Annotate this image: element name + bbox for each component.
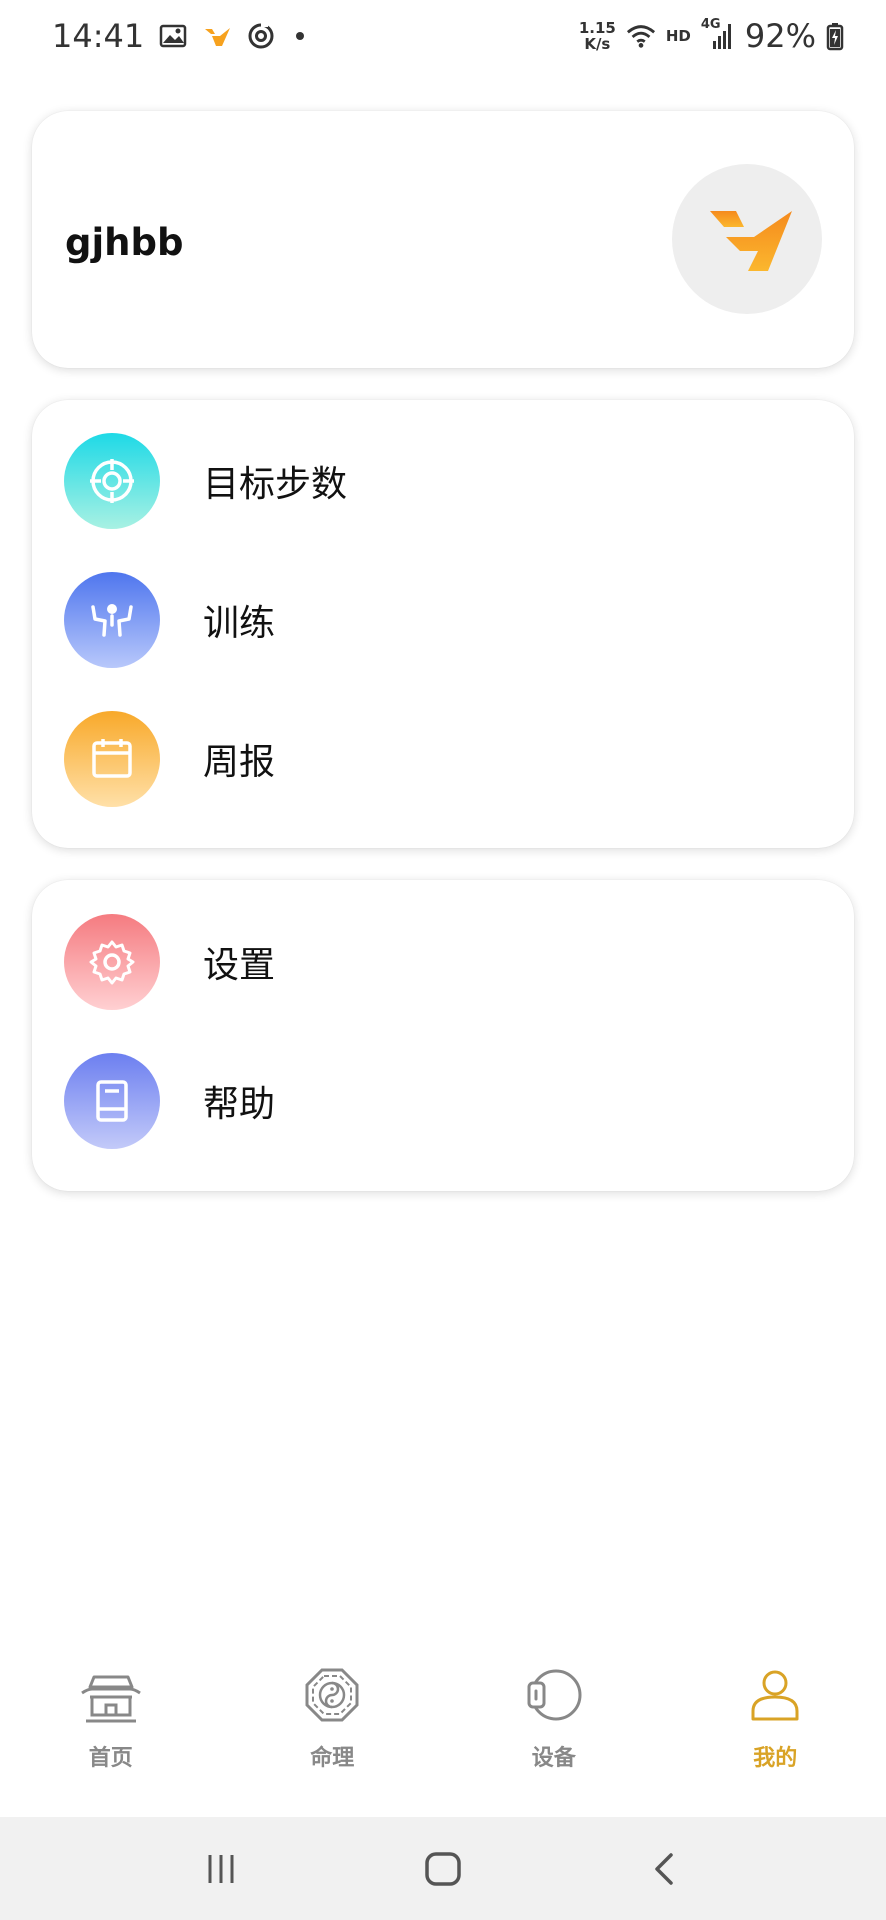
battery-percent: 92% bbox=[744, 17, 816, 55]
menu-item-training[interactable]: 训练 bbox=[32, 560, 854, 680]
speed-unit: K/s bbox=[584, 35, 611, 53]
tab-device[interactable]: 设备 bbox=[443, 1640, 665, 1816]
status-bar-left: 14:41 bbox=[52, 17, 305, 55]
network-type: 4G bbox=[700, 17, 721, 32]
status-bar: 14:41 1.15 K/s HD 4G 92% bbox=[0, 0, 886, 72]
training-icon bbox=[64, 572, 160, 668]
speed-value: 1.15 bbox=[578, 19, 616, 37]
menu-card-secondary: 设置 帮助 bbox=[32, 880, 854, 1191]
app-logo-icon bbox=[710, 211, 792, 271]
tab-label: 首页 bbox=[88, 1746, 133, 1771]
system-nav-bar bbox=[0, 1817, 886, 1920]
menu-item-settings[interactable]: 设置 bbox=[32, 902, 854, 1022]
menu-item-help[interactable]: 帮助 bbox=[32, 1041, 854, 1161]
temple-icon bbox=[78, 1662, 144, 1728]
tab-label: 命理 bbox=[310, 1746, 355, 1771]
sync-icon bbox=[246, 21, 276, 51]
menu-item-label: 目标步数 bbox=[203, 464, 348, 505]
home-icon[interactable] bbox=[413, 1839, 473, 1899]
image-icon bbox=[158, 21, 188, 51]
username: gjhbb bbox=[65, 221, 184, 264]
signal-icon: 4G bbox=[701, 17, 735, 51]
notification-dot bbox=[296, 32, 305, 40]
bottom-tab-bar: 首页 命理 设备 我的 bbox=[0, 1640, 886, 1816]
back-icon[interactable] bbox=[635, 1839, 695, 1899]
person-icon bbox=[742, 1662, 808, 1728]
network-speed: 1.15 K/s bbox=[579, 20, 616, 52]
battery-charging-icon bbox=[826, 21, 844, 51]
tab-label: 我的 bbox=[753, 1746, 798, 1771]
wifi-icon bbox=[626, 21, 656, 51]
target-icon bbox=[64, 433, 160, 529]
watch-icon bbox=[521, 1662, 587, 1728]
menu-card-main: 目标步数 训练 周报 bbox=[32, 400, 854, 848]
book-icon bbox=[64, 1053, 160, 1149]
gear-icon bbox=[64, 914, 160, 1010]
avatar[interactable] bbox=[672, 164, 822, 314]
menu-item-label: 帮助 bbox=[203, 1084, 276, 1125]
hd-indicator: HD bbox=[665, 27, 691, 45]
status-bar-right: 1.15 K/s HD 4G 92% bbox=[579, 17, 844, 55]
menu-item-weekly-report[interactable]: 周报 bbox=[32, 699, 854, 819]
tab-fortune[interactable]: 命理 bbox=[222, 1640, 444, 1816]
menu-item-label: 设置 bbox=[203, 945, 276, 986]
tab-home[interactable]: 首页 bbox=[0, 1640, 222, 1816]
menu-item-label: 周报 bbox=[203, 742, 276, 783]
tab-label: 设备 bbox=[531, 1746, 576, 1771]
recent-apps-icon[interactable] bbox=[191, 1839, 251, 1899]
app-logo-icon bbox=[202, 21, 232, 51]
menu-item-target-steps[interactable]: 目标步数 bbox=[32, 421, 854, 541]
calendar-icon bbox=[64, 711, 160, 807]
bagua-icon bbox=[299, 1662, 365, 1728]
profile-card[interactable]: gjhbb bbox=[32, 111, 854, 368]
tab-mine[interactable]: 我的 bbox=[665, 1640, 886, 1816]
status-time: 14:41 bbox=[52, 17, 145, 55]
menu-item-label: 训练 bbox=[203, 603, 276, 644]
